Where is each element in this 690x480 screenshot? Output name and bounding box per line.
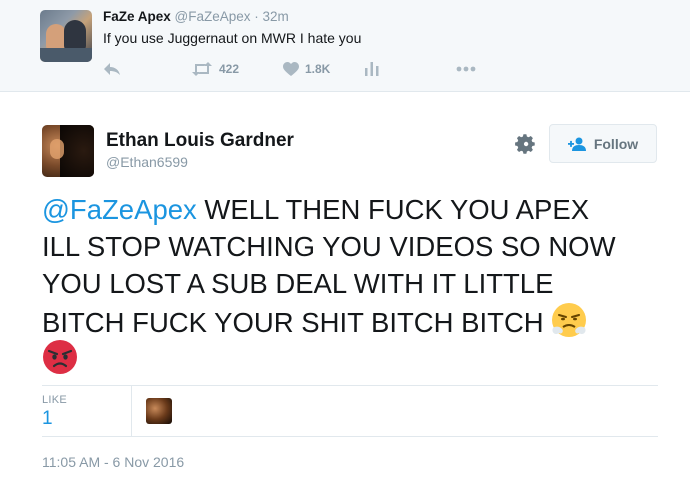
likes-label: LIKE <box>42 394 68 406</box>
follow-button[interactable]: Follow <box>549 124 657 163</box>
tweet-line-1: @FaZeApex WELL THEN FUCK YOU APEX <box>42 191 672 228</box>
mention-link[interactable]: @FaZeApex <box>42 194 197 225</box>
retweet-button[interactable]: 422 <box>191 60 239 78</box>
follow-button-label: Follow <box>593 135 639 152</box>
tweet-line-5 <box>42 339 672 376</box>
like-count: 1.8K <box>305 62 331 76</box>
tweet-line-4-text: BITCH FUCK YOUR SHIT BITCH BITCH <box>42 307 552 338</box>
tweet-line-2: ILL STOP WATCHING YOU VIDEOS SO NOW <box>42 231 616 262</box>
parent-author-row: FaZe Apex @FaZeApex · 32m <box>103 9 289 24</box>
more-icon <box>456 66 476 72</box>
add-user-icon <box>567 137 586 151</box>
gear-icon[interactable] <box>514 133 536 155</box>
analytics-button[interactable] <box>365 60 379 78</box>
triumph-face-emoji <box>552 303 587 337</box>
more-button[interactable] <box>456 60 476 78</box>
like-button[interactable]: 1.8K <box>283 60 330 78</box>
parent-action-bar: 422 1.8K <box>103 60 523 78</box>
retweet-icon <box>192 62 212 76</box>
tweet-timestamp[interactable]: 11:05 AM - 6 Nov 2016 <box>42 454 184 470</box>
stats-divider <box>131 386 132 437</box>
parent-author-handle[interactable]: @FaZeApex <box>175 9 251 24</box>
analytics-icon <box>365 62 379 76</box>
author-avatar[interactable] <box>42 125 94 177</box>
tweet-line-4: BITCH FUCK YOUR SHIT BITCH BITCH <box>42 302 672 339</box>
parent-tweet: FaZe Apex @FaZeApex · 32m If you use Jug… <box>0 0 690 92</box>
author-handle[interactable]: @Ethan6599 <box>106 154 188 170</box>
heart-icon <box>283 61 299 76</box>
parent-author-avatar[interactable] <box>40 10 92 62</box>
parent-tweet-text: If you use Juggernaut on MWR I hate you <box>103 30 362 46</box>
parent-time-ago[interactable]: · 32m <box>254 9 289 24</box>
reply-button[interactable] <box>103 60 121 78</box>
pouting-face-emoji <box>43 340 77 374</box>
tweet-line-1-text: WELL THEN FUCK YOU APEX <box>196 194 590 225</box>
liker-avatar[interactable] <box>146 398 172 424</box>
retweet-count: 422 <box>219 62 240 76</box>
author-name[interactable]: Ethan Louis Gardner <box>106 130 294 152</box>
reply-icon <box>104 63 120 75</box>
tweet-line-3: YOU LOST A SUB DEAL WITH IT LITTLE <box>42 268 554 299</box>
tweet-stats: LIKE 1 <box>42 385 658 437</box>
likes-count[interactable]: 1 <box>42 408 53 430</box>
parent-author-name[interactable]: FaZe Apex <box>103 9 171 24</box>
tweet-text: @FaZeApex WELL THEN FUCK YOU APEX ILL ST… <box>42 191 672 376</box>
